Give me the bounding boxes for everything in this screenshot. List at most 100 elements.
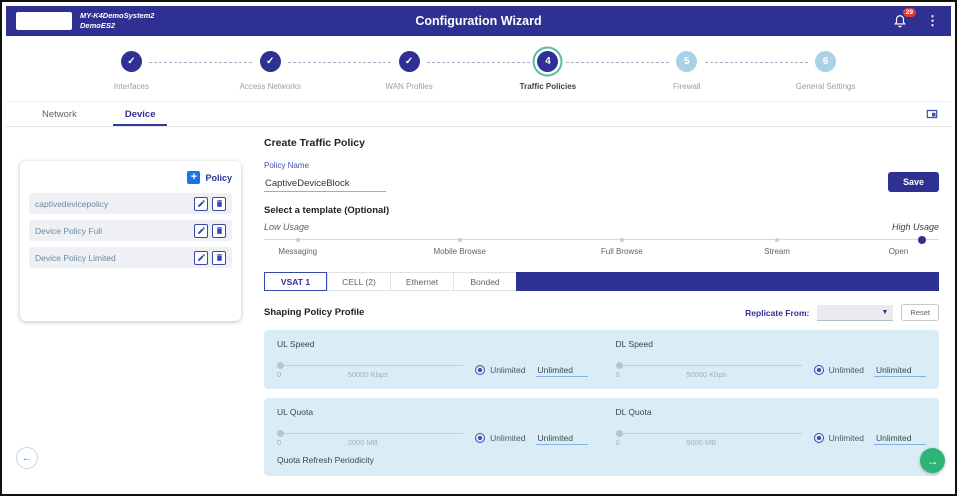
high-usage-label: High Usage (892, 222, 939, 232)
delete-policy-button[interactable] (212, 197, 226, 211)
ul-speed-control: UL Speed 0 50000 Kbps Unlimited (277, 339, 588, 378)
step-label: WAN Profiles (385, 82, 432, 91)
app-header: MY-K4DemoSystem2 DemoES2 Configuration W… (6, 6, 951, 36)
slider-tick (296, 238, 300, 242)
edit-policy-button[interactable] (194, 197, 208, 211)
ul-speed-input[interactable] (536, 364, 588, 377)
step-number[interactable]: 6 (815, 51, 836, 72)
step-number[interactable]: 4 (537, 51, 558, 72)
control-label: UL Speed (277, 339, 588, 349)
expand-panel-button[interactable] (923, 106, 941, 122)
tab-device[interactable]: Device (101, 102, 180, 126)
overflow-menu-button[interactable]: ⋮ (924, 13, 941, 29)
ul-quota-input[interactable] (536, 432, 588, 445)
wizard-stepper: ✓ Interfaces ✓ Access Networks ✓ WAN Pro… (6, 36, 951, 101)
content-area: + Policy captivedevicepolicy Device Poli… (6, 127, 951, 477)
template-option-full-browse[interactable]: Full Browse (601, 247, 643, 256)
step-label: Traffic Policies (520, 82, 576, 91)
slider-handle[interactable] (616, 430, 623, 437)
step-general-settings: 6 General Settings (756, 51, 895, 91)
step-number[interactable]: 5 (676, 51, 697, 72)
dl-quota-slider[interactable]: 0 5000 MB (616, 430, 802, 446)
system-subname: DemoES2 (80, 21, 154, 31)
unlimited-radio[interactable]: Unlimited (814, 433, 864, 443)
dl-speed-slider[interactable]: 0 50000 Kbps (616, 362, 802, 378)
trash-icon (215, 226, 224, 235)
policy-name-row: Save (264, 172, 939, 192)
dl-quota-input[interactable] (874, 432, 926, 445)
tab-vsat-1[interactable]: VSAT 1 (264, 272, 327, 291)
ul-quota-slider[interactable]: 0 2000 MB (277, 430, 463, 446)
policy-row[interactable]: Device Policy Full (29, 220, 232, 241)
next-button[interactable]: → (920, 448, 945, 473)
slider-tick (775, 238, 779, 242)
radio-label: Unlimited (490, 365, 525, 375)
replicate-from-dropdown[interactable]: ▼ (817, 305, 893, 321)
control-label: DL Speed (616, 339, 927, 349)
add-policy-button[interactable]: + Policy (29, 171, 232, 184)
policy-name-input[interactable] (264, 176, 386, 192)
step-access-networks: ✓ Access Networks (201, 51, 340, 91)
save-button[interactable]: Save (888, 172, 939, 192)
step-label: Interfaces (114, 82, 149, 91)
slider-handle[interactable] (277, 430, 284, 437)
template-option-mobile-browse[interactable]: Mobile Browse (434, 247, 486, 256)
quota-refresh-label: Quota Refresh Periodicity (277, 455, 926, 465)
slider-max-label: 50000 Kbps (348, 370, 388, 379)
unlimited-radio[interactable]: Unlimited (814, 365, 864, 375)
control-row: 0 2000 MB Unlimited (277, 430, 588, 446)
edit-policy-button[interactable] (194, 251, 208, 265)
check-icon[interactable]: ✓ (399, 51, 420, 72)
template-options: Messaging Mobile Browse Full Browse Stre… (264, 247, 939, 259)
tab-bonded[interactable]: Bonded (453, 272, 516, 291)
slider-track (277, 365, 463, 366)
slider-handle[interactable] (616, 362, 623, 369)
control-row: 0 50000 Kbps Unlimited (616, 362, 927, 378)
policy-name: Device Policy Full (35, 226, 102, 236)
unlimited-radio[interactable]: Unlimited (475, 365, 525, 375)
step-label: Access Networks (240, 82, 301, 91)
check-icon[interactable]: ✓ (260, 51, 281, 72)
system-info: MY-K4DemoSystem2 DemoES2 (80, 11, 154, 31)
step-label: Firewall (673, 82, 701, 91)
interface-tabs: VSAT 1 CELL (2) Ethernet Bonded (264, 272, 939, 291)
policy-row[interactable]: captivedevicepolicy (29, 193, 232, 214)
step-traffic-policies: 4 Traffic Policies (478, 51, 617, 91)
back-button[interactable]: ← (16, 447, 38, 469)
shaping-title: Shaping Policy Profile (264, 307, 364, 318)
template-slider[interactable] (264, 235, 939, 245)
tab-cell[interactable]: CELL (2) (327, 272, 390, 291)
shaping-header: Shaping Policy Profile Replicate From: ▼… (264, 304, 939, 321)
template-option-open[interactable]: Open (889, 247, 909, 256)
notifications-button[interactable]: 29 (892, 13, 908, 29)
delete-policy-button[interactable] (212, 251, 226, 265)
dl-speed-input[interactable] (874, 364, 926, 377)
template-option-stream[interactable]: Stream (764, 247, 790, 256)
edit-policy-button[interactable] (194, 224, 208, 238)
control-label: DL Quota (616, 407, 927, 417)
policy-row[interactable]: Device Policy Limited (29, 247, 232, 268)
radio-selected-icon (475, 433, 485, 443)
trash-icon (215, 253, 224, 262)
section-title: Create Traffic Policy (264, 137, 939, 149)
radio-selected-icon (814, 433, 824, 443)
unlimited-radio[interactable]: Unlimited (475, 433, 525, 443)
expand-panel-icon (924, 107, 940, 121)
policy-name-label: Policy Name (264, 161, 939, 170)
slider-handle[interactable] (277, 362, 284, 369)
template-option-messaging[interactable]: Messaging (278, 247, 317, 256)
delete-policy-button[interactable] (212, 224, 226, 238)
ul-speed-slider[interactable]: 0 50000 Kbps (277, 362, 463, 378)
slider-min-label: 0 (616, 438, 620, 447)
reset-button[interactable]: Reset (901, 304, 939, 321)
radio-label: Unlimited (490, 433, 525, 443)
slider-handle[interactable] (918, 236, 926, 244)
view-tabbar: Network Device (6, 101, 951, 127)
slider-tick (620, 238, 624, 242)
radio-label: Unlimited (829, 365, 864, 375)
tab-network[interactable]: Network (18, 102, 101, 126)
slider-max-label: 50000 Kbps (686, 370, 726, 379)
check-icon[interactable]: ✓ (121, 51, 142, 72)
tab-ethernet[interactable]: Ethernet (390, 272, 453, 291)
plus-icon: + (187, 171, 200, 184)
